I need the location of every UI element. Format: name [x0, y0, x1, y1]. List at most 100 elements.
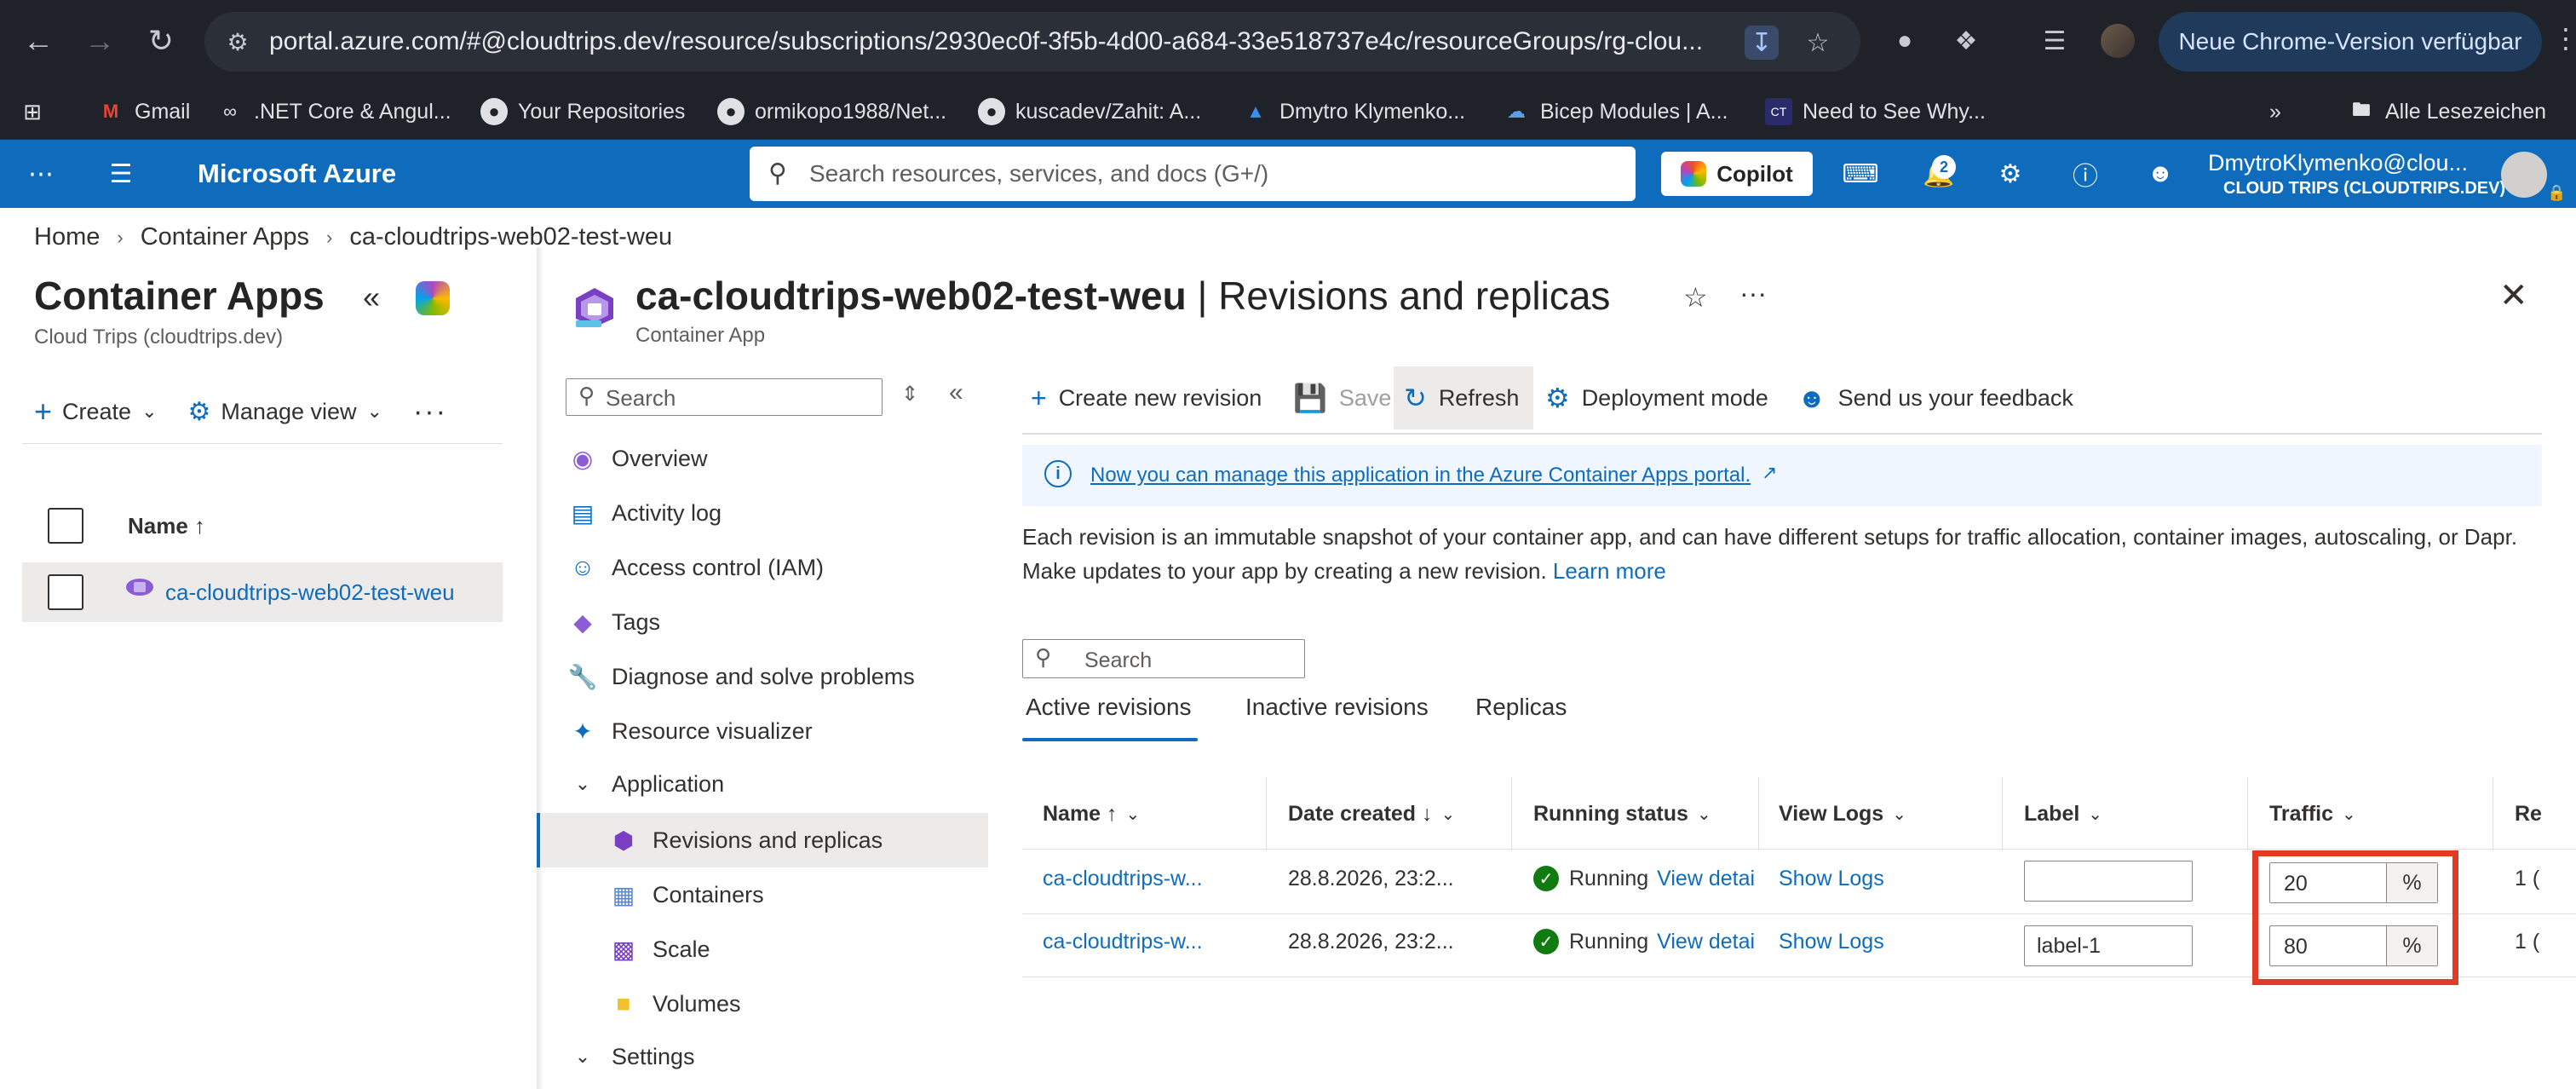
- copilot-button[interactable]: Copilot: [1661, 152, 1813, 196]
- help-icon[interactable]: ⓘ: [2067, 155, 2104, 193]
- media-queue-icon[interactable]: ☰: [2036, 22, 2073, 60]
- sort-updown-icon[interactable]: ⇕: [901, 382, 918, 406]
- manage-view-button[interactable]: ⚙ Manage view ⌄: [188, 397, 382, 427]
- extension-circle-icon[interactable]: ●: [1886, 22, 1923, 60]
- revision-name-link[interactable]: ca-cloudtrips-w...: [1043, 857, 1203, 900]
- revisions-search-input[interactable]: ⚲ Search: [1022, 639, 1305, 678]
- column-separator[interactable]: [2247, 777, 2248, 850]
- label-input[interactable]: [2024, 861, 2193, 902]
- collapse-menu-icon[interactable]: «: [949, 378, 963, 407]
- deployment-mode-button[interactable]: ⚙ Deployment mode: [1545, 366, 1768, 429]
- account-avatar[interactable]: [2501, 152, 2547, 198]
- install-app-icon[interactable]: ↧: [1745, 26, 1779, 60]
- show-logs-link[interactable]: Show Logs: [1779, 857, 1884, 900]
- extensions-puzzle-icon[interactable]: ❖: [1947, 22, 1985, 60]
- close-icon[interactable]: ✕: [2499, 276, 2528, 315]
- bookmark-gmail[interactable]: M Gmail: [97, 94, 190, 130]
- list-item[interactable]: ca-cloudtrips-web02-test-weu: [22, 562, 503, 622]
- bookmark-need-to-see[interactable]: CT Need to See Why...: [1765, 94, 1986, 130]
- cloud-shell-icon[interactable]: ⌨: [1842, 155, 1879, 193]
- column-header-date[interactable]: Date created ↓ ⌄: [1288, 792, 1455, 835]
- site-settings-icon[interactable]: ⚙: [221, 26, 254, 58]
- bookmark-dmytro[interactable]: ▲ Dmytro Klymenko...: [1242, 94, 1465, 130]
- tab-inactive-revisions[interactable]: Inactive revisions: [1245, 694, 1429, 741]
- column-header-name[interactable]: Name ↑ ⌄: [1043, 792, 1140, 835]
- column-header-label[interactable]: Label ⌄: [2024, 792, 2102, 835]
- global-search-input[interactable]: ⚲ Search resources, services, and docs (…: [750, 147, 1636, 201]
- column-header-traffic[interactable]: Traffic ⌄: [2269, 792, 2356, 835]
- show-logs-link[interactable]: Show Logs: [1779, 920, 1884, 963]
- bookmark-ormikopo[interactable]: ● ormikopo1988/Net...: [717, 94, 946, 130]
- feedback-person-icon[interactable]: ☻: [2142, 155, 2179, 193]
- menu-item-scale[interactable]: ▩ Scale: [608, 924, 710, 975]
- menu-item-activity-log[interactable]: ▤ Activity log: [567, 487, 722, 539]
- tab-active-revisions[interactable]: Active revisions: [1026, 694, 1192, 741]
- breadcrumb-home[interactable]: Home: [34, 223, 100, 251]
- bookmark-kuscadev[interactable]: ● kuscadev/Zahit: A...: [978, 94, 1201, 130]
- forward-arrow-icon[interactable]: →: [78, 19, 121, 63]
- view-details-link[interactable]: View detai: [1657, 867, 1761, 891]
- create-button[interactable]: + Create ⌄: [34, 394, 158, 429]
- more-bookmarks-icon[interactable]: »: [2269, 94, 2281, 130]
- bookmark-repositories[interactable]: ● Your Repositories: [480, 94, 685, 130]
- menu-item-revisions[interactable]: ⬢ Revisions and replicas: [608, 815, 883, 866]
- menu-item-iam[interactable]: ☺ Access control (IAM): [567, 542, 824, 593]
- bookmark-bicep[interactable]: ☁ Bicep Modules | A...: [1503, 94, 1728, 130]
- copilot-icon[interactable]: [416, 281, 450, 315]
- revision-name-link[interactable]: ca-cloudtrips-w...: [1043, 920, 1203, 963]
- more-options-icon[interactable]: ···: [413, 395, 447, 429]
- apps-grid-icon[interactable]: ⊞: [19, 94, 56, 130]
- settings-gear-icon[interactable]: ⚙: [1992, 155, 2029, 193]
- address-bar[interactable]: ⚙ portal.azure.com/#@cloudtrips.dev/reso…: [204, 12, 1860, 72]
- column-separator[interactable]: [1758, 777, 1759, 850]
- create-revision-button[interactable]: + Create new revision: [1031, 366, 1262, 429]
- more-options-icon[interactable]: ···: [1739, 278, 1767, 309]
- menu-group-settings[interactable]: ⌄ Settings: [567, 1031, 695, 1082]
- container-app-link[interactable]: ca-cloudtrips-web02-test-weu: [165, 579, 455, 606]
- tab-replicas[interactable]: Replicas: [1475, 694, 1567, 741]
- column-header-view-logs[interactable]: View Logs ⌄: [1779, 792, 1906, 835]
- refresh-button[interactable]: ↻ Refresh: [1394, 366, 1533, 429]
- select-all-checkbox[interactable]: [48, 508, 83, 544]
- portal-menu-grid-icon[interactable]: ⋯: [22, 155, 60, 193]
- menu-item-diagnose[interactable]: 🔧 Diagnose and solve problems: [567, 651, 915, 702]
- menu-search-input[interactable]: ⚲ Search: [566, 378, 883, 416]
- menu-item-containers[interactable]: ▦ Containers: [608, 869, 764, 920]
- name-column-header[interactable]: Name ↑: [128, 513, 205, 539]
- bookmark-star-icon[interactable]: ☆: [1801, 26, 1835, 60]
- column-header-replicas[interactable]: Re: [2515, 792, 2542, 835]
- menu-item-volumes[interactable]: ■ Volumes: [608, 978, 741, 1029]
- label-input[interactable]: label-1: [2024, 925, 2193, 966]
- column-separator[interactable]: [2002, 777, 2003, 850]
- external-link-icon[interactable]: ↗: [1762, 462, 1777, 484]
- breadcrumb-container-apps[interactable]: Container Apps: [141, 223, 309, 251]
- update-chrome-button[interactable]: Neue Chrome-Version verfügbar: [2159, 12, 2542, 72]
- column-separator[interactable]: [1511, 777, 1512, 850]
- reload-icon[interactable]: ↻: [140, 19, 182, 63]
- column-header-running-status[interactable]: Running status ⌄: [1533, 792, 1711, 835]
- view-details-link[interactable]: View detai: [1657, 930, 1761, 954]
- hamburger-menu-icon[interactable]: ☰: [102, 155, 140, 193]
- menu-group-application[interactable]: ⌄ Application: [567, 758, 724, 810]
- browser-menu-icon[interactable]: ⋮: [2552, 22, 2576, 55]
- account-name[interactable]: DmytroKlymenko@clou...: [2208, 150, 2468, 176]
- bookmark-dotnet[interactable]: ∞ .NET Core & Angul...: [216, 94, 451, 130]
- blade-shadow: [537, 247, 543, 1089]
- azure-brand[interactable]: Microsoft Azure: [198, 158, 396, 189]
- profile-avatar[interactable]: [2101, 24, 2135, 58]
- learn-more-link[interactable]: Learn more: [1553, 558, 1666, 584]
- feedback-button[interactable]: ☻ Send us your feedback: [1797, 366, 2073, 429]
- back-arrow-icon[interactable]: ←: [17, 19, 60, 63]
- menu-item-tags[interactable]: ◆ Tags: [567, 596, 660, 648]
- column-separator[interactable]: [1266, 777, 1267, 850]
- row-checkbox[interactable]: [48, 574, 83, 610]
- aca-portal-link[interactable]: Now you can manage this application in t…: [1090, 464, 1751, 487]
- breadcrumb-resource[interactable]: ca-cloudtrips-web02-test-weu: [349, 223, 672, 251]
- menu-item-resource-visualizer[interactable]: ✦ Resource visualizer: [567, 706, 812, 757]
- visualizer-icon: ✦: [572, 717, 593, 745]
- menu-item-overview[interactable]: ◉ Overview: [567, 433, 708, 484]
- favorite-star-icon[interactable]: ☆: [1683, 281, 1708, 314]
- all-bookmarks[interactable]: 🖿 Alle Lesezeichen: [2348, 94, 2546, 130]
- collapse-blade-icon[interactable]: «: [363, 279, 380, 315]
- save-button[interactable]: 💾 Save: [1293, 366, 1391, 429]
